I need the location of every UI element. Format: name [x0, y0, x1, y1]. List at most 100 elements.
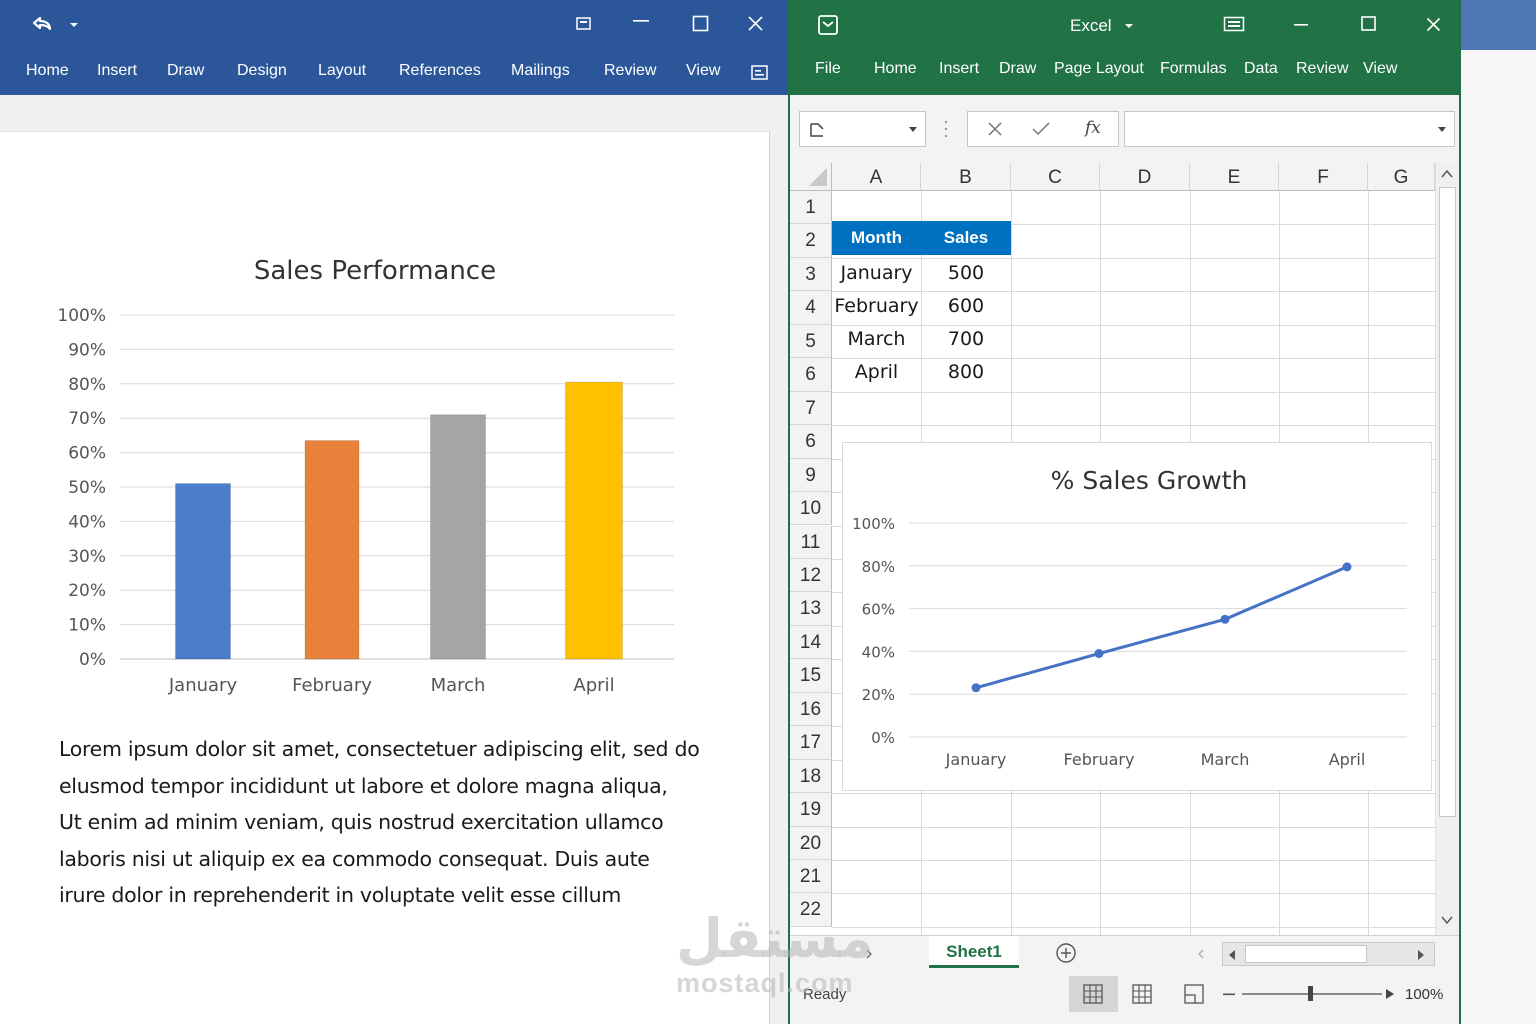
- row-header-13[interactable]: 13: [790, 592, 832, 626]
- gridline: [832, 893, 1435, 895]
- row-header-7[interactable]: 7: [790, 391, 832, 426]
- page-layout-view-icon[interactable]: [1132, 984, 1152, 1004]
- column-header-d[interactable]: D: [1100, 163, 1190, 191]
- row-header-1[interactable]: 1: [790, 191, 832, 225]
- row-header-17[interactable]: 17: [790, 726, 832, 760]
- cell-a4[interactable]: February: [832, 295, 921, 317]
- x-tick-label: April: [573, 675, 614, 696]
- collapse-ribbon-icon[interactable]: [750, 64, 770, 82]
- zoom-slider-thumb[interactable]: [1308, 986, 1313, 1001]
- scroll-right-icon[interactable]: [1417, 949, 1425, 961]
- cancel-entry-icon[interactable]: [988, 122, 1002, 136]
- column-header-g[interactable]: G: [1368, 163, 1435, 191]
- sheet-tab-sheet1[interactable]: Sheet1: [929, 936, 1019, 968]
- row-header-21[interactable]: 21: [790, 860, 832, 894]
- column-header-f[interactable]: F: [1279, 163, 1368, 191]
- select-all-corner[interactable]: [790, 163, 832, 191]
- row-header-15[interactable]: 15: [790, 659, 832, 693]
- body-line: elusmod tempor incididunt ut labore et d…: [59, 773, 668, 798]
- tab-data[interactable]: Data: [1244, 60, 1278, 78]
- horizontal-scrollbar[interactable]: [1222, 942, 1435, 966]
- hscroll-thumb[interactable]: [1245, 945, 1367, 963]
- row-header-14[interactable]: 14: [790, 625, 832, 660]
- spreadsheet-grid[interactable]: A B C D E F G 1 2 3 4 5 6 7 6 9 10 11 12 13 14 15 16 17 1…: [790, 163, 1459, 935]
- chart-title: % Sales Growth: [1051, 466, 1248, 495]
- save-icon[interactable]: [817, 14, 839, 36]
- tab-review[interactable]: Review: [1296, 60, 1348, 78]
- document-page[interactable]: Sales Performance 0% 10% 20% 30% 40% 50% 60% 70%…: [0, 131, 770, 1024]
- row-header-9[interactable]: 9: [790, 458, 832, 493]
- desktop: Home Insert Draw Design Layout Reference…: [0, 0, 1536, 1024]
- row-header-19[interactable]: 19: [790, 793, 832, 827]
- name-box[interactable]: [799, 111, 926, 147]
- row-header-4[interactable]: 4: [790, 291, 832, 325]
- cell-b5[interactable]: 700: [921, 328, 1011, 350]
- scroll-down-icon[interactable]: [1441, 915, 1453, 925]
- normal-view-button[interactable]: [1069, 976, 1118, 1012]
- tab-view[interactable]: View: [1363, 60, 1397, 78]
- row-header-10[interactable]: 10: [790, 492, 832, 526]
- formula-input[interactable]: [1124, 111, 1455, 147]
- more-options-icon: [944, 120, 948, 138]
- scroll-thumb[interactable]: [1439, 187, 1456, 817]
- page-break-view-icon[interactable]: [1184, 984, 1204, 1004]
- cell-b4[interactable]: 600: [921, 295, 1011, 317]
- tab-insert[interactable]: Insert: [939, 60, 979, 78]
- row-header-5[interactable]: 5: [790, 324, 832, 359]
- body-line: Lorem ipsum dolor sit amet, consectetuer…: [59, 737, 700, 761]
- close-icon[interactable]: [1426, 17, 1441, 32]
- gridline: [832, 926, 1435, 928]
- scroll-up-icon[interactable]: [1441, 169, 1453, 179]
- minimize-icon[interactable]: [1293, 23, 1309, 27]
- tab-formulas[interactable]: Formulas: [1160, 60, 1227, 78]
- row-header-18[interactable]: 18: [790, 759, 832, 794]
- y-tick-label: 60%: [68, 444, 106, 464]
- confirm-entry-icon[interactable]: [1032, 122, 1050, 136]
- column-header-e[interactable]: E: [1190, 163, 1279, 191]
- tab-draw[interactable]: Draw: [999, 60, 1036, 78]
- title-dropdown-icon[interactable]: [1124, 22, 1134, 30]
- zoom-in-icon[interactable]: [1384, 988, 1396, 1000]
- cell-a3[interactable]: January: [832, 262, 921, 284]
- scroll-left-icon[interactable]: [1228, 949, 1236, 961]
- tab-file[interactable]: File: [815, 60, 841, 78]
- bar: [430, 414, 486, 660]
- maximize-icon[interactable]: [1361, 16, 1376, 31]
- add-sheet-icon[interactable]: [1055, 942, 1077, 964]
- column-header-c[interactable]: C: [1011, 163, 1100, 191]
- tab-home[interactable]: Home: [874, 60, 917, 78]
- expand-formula-bar-icon[interactable]: [1437, 126, 1447, 134]
- y-tick-label: 30%: [68, 547, 106, 567]
- cell-a6[interactable]: April: [832, 361, 921, 383]
- insert-function-icon[interactable]: fx: [1085, 118, 1101, 138]
- table-header-month[interactable]: Month: [832, 221, 921, 255]
- zoom-level[interactable]: 100%: [1405, 986, 1443, 1003]
- row-header-16[interactable]: 16: [790, 692, 832, 727]
- row-header-2[interactable]: 2: [790, 224, 832, 258]
- row-header-8[interactable]: 6: [790, 425, 832, 459]
- tab-page-layout[interactable]: Page Layout: [1054, 60, 1144, 78]
- table-header-sales[interactable]: Sales: [921, 221, 1011, 255]
- row-header-12[interactable]: 12: [790, 558, 832, 593]
- row-header-11[interactable]: 11: [790, 525, 832, 559]
- column-header-a[interactable]: A: [832, 163, 921, 191]
- data-point: [1220, 614, 1230, 624]
- row-header-20[interactable]: 20: [790, 826, 832, 860]
- sales-growth-chart-frame[interactable]: % Sales Growth 0% 20% 40% 60% 80% 100% January F…: [842, 442, 1432, 791]
- row-header-6[interactable]: 6: [790, 358, 832, 392]
- document-body-text[interactable]: Lorem ipsum dolor sit amet, consectetuer…: [59, 731, 700, 914]
- cell-b3[interactable]: 500: [921, 262, 1011, 284]
- row-header-3[interactable]: 3: [790, 257, 832, 292]
- cell-b6[interactable]: 800: [921, 361, 1011, 383]
- chevron-down-icon[interactable]: [908, 126, 918, 134]
- vertical-scrollbar[interactable]: [1435, 163, 1459, 935]
- cell-a5[interactable]: March: [832, 328, 921, 350]
- close-icon[interactable]: [747, 15, 764, 32]
- gridline: [832, 425, 1435, 427]
- bar: [175, 483, 231, 660]
- zoom-out-icon[interactable]: [1223, 993, 1235, 996]
- y-tick-label: 50%: [68, 478, 106, 498]
- column-header-b[interactable]: B: [921, 163, 1011, 191]
- chart-title: Sales Performance: [254, 256, 496, 286]
- ribbon-display-icon[interactable]: [1223, 16, 1245, 32]
